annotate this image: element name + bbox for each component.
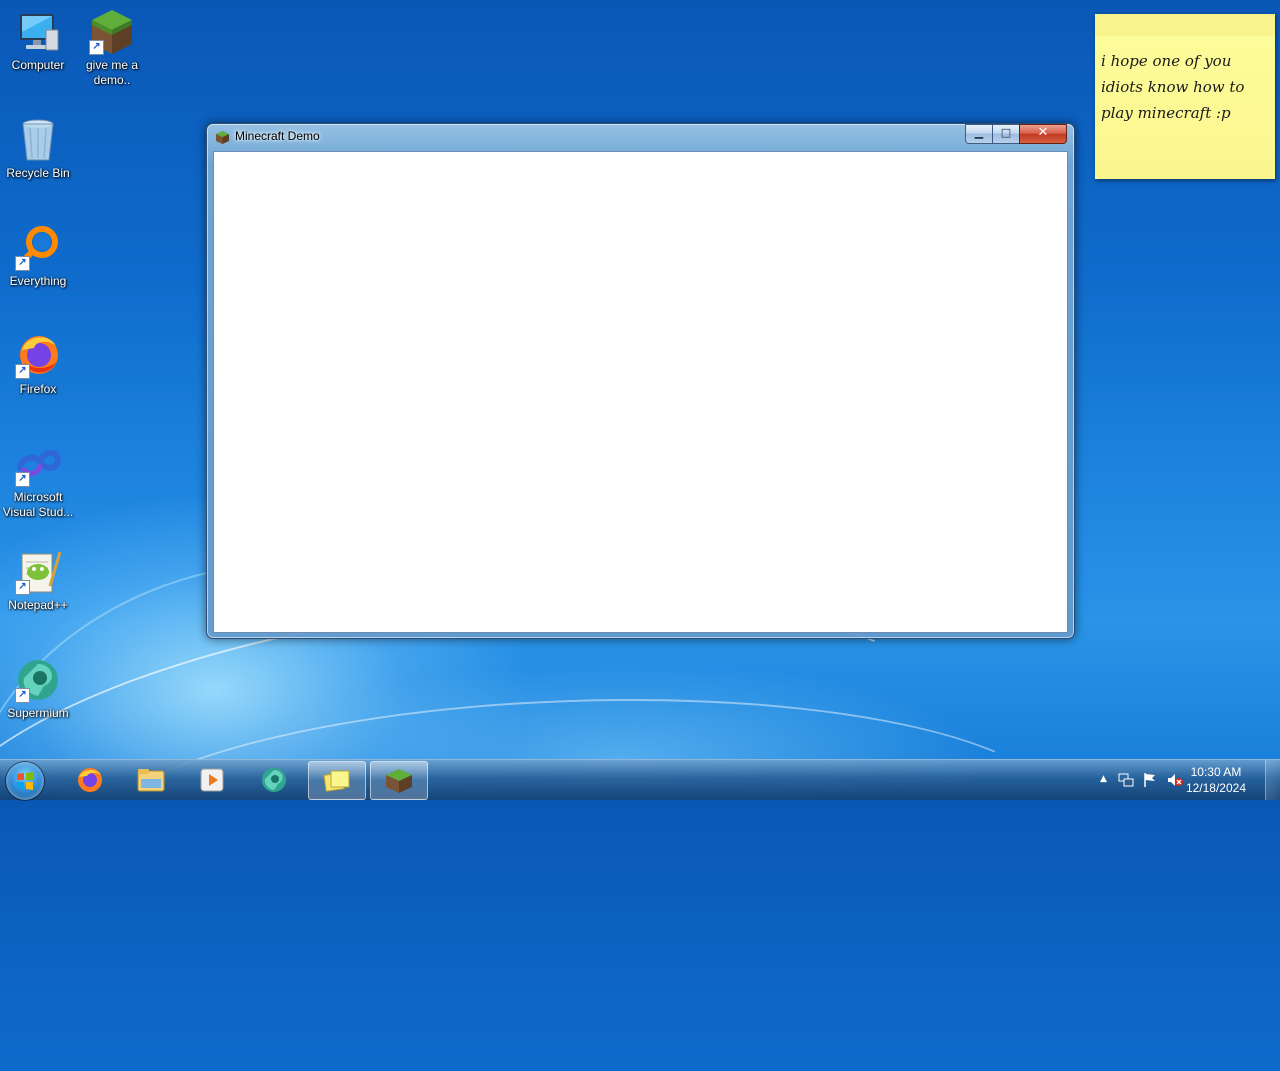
desktop-icon-label: Computer — [11, 58, 65, 72]
notepad-plus-plus-icon: ↗ — [14, 548, 62, 596]
window-client-area[interactable] — [213, 151, 1068, 633]
show-hidden-icons-icon[interactable]: ▲ — [1100, 774, 1107, 784]
taskbar-firefox-button[interactable] — [62, 761, 118, 798]
close-button[interactable]: ✕ — [1019, 124, 1067, 144]
taskbar-sticky-notes-button[interactable] — [308, 761, 366, 800]
shortcut-arrow-icon: ↗ — [15, 580, 30, 595]
media-player-icon — [198, 767, 226, 793]
taskbar-media-player-button[interactable] — [184, 761, 240, 798]
supermium-icon — [260, 767, 288, 793]
shortcut-arrow-icon: ↗ — [15, 256, 30, 271]
everything-search-icon: ↗ — [14, 224, 62, 272]
minimize-icon: ▁ — [974, 126, 984, 139]
shortcut-arrow-icon: ↗ — [15, 688, 30, 703]
volume-muted-icon[interactable] — [1166, 772, 1184, 791]
shortcut-arrow-icon: ↗ — [89, 40, 104, 55]
desktop-icon-computer[interactable]: Computer — [0, 8, 76, 73]
sticky-note-header[interactable] — [1095, 14, 1275, 36]
maximize-icon: □ — [1000, 126, 1012, 139]
minecraft-icon — [385, 768, 413, 794]
sticky-note[interactable]: i hope one of you idiots know how to pla… — [1095, 14, 1275, 179]
shortcut-arrow-icon: ↗ — [15, 472, 30, 487]
system-tray: ▲ 10:30 AM 12/18/2024 — [1090, 760, 1280, 800]
desktop-icon-label: Notepad++ — [8, 598, 68, 612]
desktop-icon-notepad-plus-plus[interactable]: ↗ Notepad++ — [0, 548, 76, 613]
visual-studio-icon: ↗ — [14, 440, 62, 488]
wallpaper-swoosh — [75, 682, 1069, 982]
clock-time: 10:30 AM — [1190, 765, 1242, 779]
desktop-icon-label: Firefox — [19, 382, 57, 396]
desktop-icon-visual-studio[interactable]: ↗ Microsoft Visual Stud... — [0, 440, 76, 520]
desktop-icon-label: give me a demo.. — [85, 58, 139, 87]
desktop-icon-demo-shortcut[interactable]: ↗ give me a demo.. — [74, 8, 150, 88]
taskbar-explorer-button[interactable] — [123, 761, 179, 798]
desktop-icon-label: Recycle Bin — [6, 166, 70, 180]
supermium-icon: ↗ — [14, 656, 62, 704]
taskbar: ▲ 10:30 AM 12/18/2024 — [0, 759, 1280, 800]
windows-logo-icon — [17, 772, 33, 790]
file-explorer-icon — [137, 767, 165, 793]
network-icon[interactable] — [1118, 772, 1134, 791]
desktop-icon-label: Microsoft Visual Stud... — [2, 490, 74, 519]
close-icon: ✕ — [1037, 125, 1049, 140]
maximize-button[interactable]: □ — [992, 124, 1020, 144]
minecraft-grass-block-icon: ↗ — [88, 8, 136, 56]
firefox-icon: ↗ — [14, 332, 62, 380]
desktop-icon-label: Everything — [9, 274, 67, 288]
firefox-icon — [76, 767, 104, 793]
desktop-icon-supermium[interactable]: ↗ Supermium — [0, 656, 76, 721]
computer-icon — [14, 8, 62, 56]
minimize-button[interactable]: ▁ — [965, 124, 993, 144]
sticky-note-text[interactable]: i hope one of you idiots know how to pla… — [1101, 48, 1267, 126]
taskbar-minecraft-button[interactable] — [370, 761, 428, 800]
show-desktop-button[interactable] — [1265, 760, 1280, 800]
desktop-icon-recycle-bin[interactable]: Recycle Bin — [0, 116, 76, 181]
clock-date: 12/18/2024 — [1185, 781, 1246, 795]
desktop-icon-label: Supermium — [7, 706, 69, 720]
start-button[interactable] — [6, 762, 44, 800]
sticky-notes-icon — [323, 768, 351, 794]
desktop-icon-firefox[interactable]: ↗ Firefox — [0, 332, 76, 397]
recycle-bin-icon — [14, 116, 62, 164]
clock[interactable]: 10:30 AM 12/18/2024 — [1186, 764, 1246, 796]
shortcut-arrow-icon: ↗ — [15, 364, 30, 379]
desktop-icon-everything[interactable]: ↗ Everything — [0, 224, 76, 289]
taskbar-supermium-button[interactable] — [246, 761, 302, 798]
minecraft-demo-window[interactable]: Minecraft Demo ▁ □ ✕ — [206, 123, 1075, 639]
action-center-flag-icon[interactable] — [1142, 772, 1158, 791]
window-title: Minecraft Demo — [235, 129, 320, 143]
minecraft-grass-block-icon — [215, 130, 230, 145]
window-titlebar[interactable]: Minecraft Demo ▁ □ ✕ — [207, 124, 1074, 150]
